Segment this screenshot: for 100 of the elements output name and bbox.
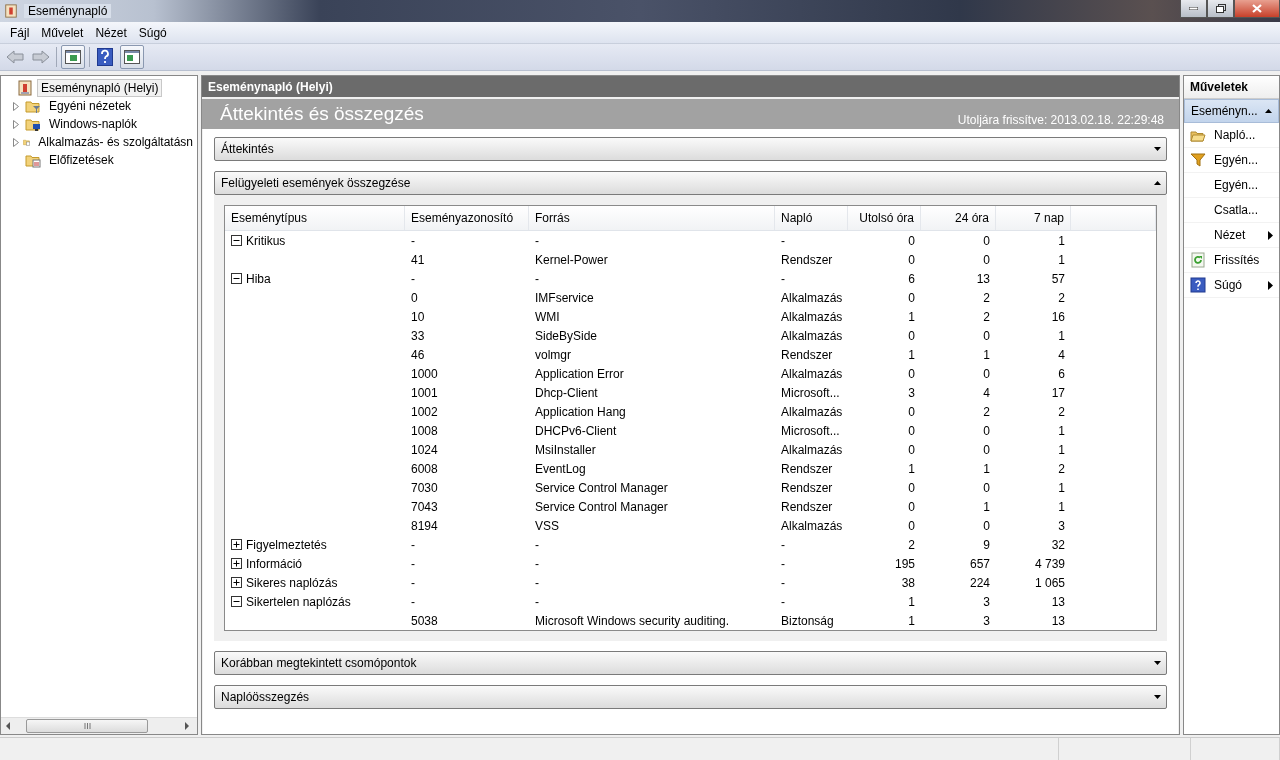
tree-item[interactable]: Eseménynapló (Helyi)	[37, 79, 163, 97]
expand-icon[interactable]	[231, 539, 242, 550]
action-row[interactable]: Napló...	[1184, 123, 1279, 148]
table-cell: -	[535, 556, 539, 571]
action-group-header[interactable]: Eseményn...	[1184, 99, 1279, 123]
section-header[interactable]: Naplóösszegzés	[214, 685, 1167, 709]
menu-item[interactable]: Fájl	[4, 25, 36, 40]
console-tree-icon[interactable]	[61, 45, 85, 69]
table-cell: -	[535, 271, 539, 286]
table-cell: DHCPv6-Client	[535, 423, 617, 438]
table-cell: 0	[411, 290, 418, 305]
expand-arrow-icon[interactable]	[13, 137, 19, 147]
collapse-icon[interactable]	[231, 596, 242, 607]
table-cell: -	[535, 575, 539, 590]
minimize-button[interactable]	[1180, 0, 1207, 18]
action-item[interactable]: Nézet	[1214, 228, 1246, 242]
table-cell: 1	[983, 499, 990, 514]
table-cell: SideBySide	[535, 328, 598, 343]
expand-icon[interactable]	[231, 577, 242, 588]
action-item[interactable]: Súgó	[1214, 278, 1243, 292]
scrollbar-thumb[interactable]	[26, 719, 148, 733]
menu-item[interactable]: Nézet	[89, 25, 133, 40]
table-cell: 17	[1051, 385, 1065, 400]
tree-item[interactable]: Alkalmazás- és szolgáltatásn	[34, 133, 197, 151]
collapse-icon[interactable]	[231, 273, 242, 284]
column-header[interactable]: 7 nap	[996, 206, 1071, 230]
action-item[interactable]: Frissítés	[1214, 253, 1260, 267]
table-cell: 0	[908, 404, 915, 419]
table-cell: 33	[411, 328, 425, 343]
table-cell: -	[535, 233, 539, 248]
table-cell: Rendszer	[781, 480, 833, 495]
table-cell: 7043	[411, 499, 438, 514]
table-cell: 3	[908, 385, 915, 400]
table-cell: 1	[908, 461, 915, 476]
collapse-icon[interactable]	[231, 235, 242, 246]
restore-button[interactable]	[1207, 0, 1234, 18]
action-item[interactable]: Csatla...	[1214, 203, 1258, 217]
table-cell: Kernel-Power	[535, 252, 608, 267]
action-row[interactable]: Egyén...	[1184, 173, 1279, 198]
table-cell: Rendszer	[781, 252, 833, 267]
table-cell: IMFservice	[535, 290, 594, 305]
collapse-caret-icon	[1154, 181, 1161, 185]
tree-item[interactable]: Windows-naplók	[45, 115, 142, 133]
action-row[interactable]: Frissítés	[1184, 248, 1279, 273]
column-header[interactable]: Eseménytípus	[225, 206, 405, 230]
table-cell: 0	[983, 518, 990, 533]
tree-item[interactable]: Egyéni nézetek	[45, 97, 136, 115]
scroll-left-icon[interactable]	[4, 722, 12, 730]
expand-arrow-icon[interactable]	[13, 101, 19, 111]
calendar-folder-icon	[25, 152, 41, 168]
expand-icon[interactable]	[231, 558, 242, 569]
table-cell: -	[781, 537, 785, 552]
action-item[interactable]: Napló...	[1214, 128, 1256, 142]
table-cell: 0	[983, 366, 990, 381]
section-header[interactable]: Korábban megtekintett csomópontok	[214, 651, 1167, 675]
table-cell: MsiInstaller	[535, 442, 596, 457]
table-cell: 1 065	[1034, 575, 1065, 590]
expand-arrow-icon[interactable]	[13, 119, 19, 129]
column-header[interactable]: Utolsó óra	[848, 206, 921, 230]
column-header[interactable]: Napló	[775, 206, 848, 230]
last-updated-text: Utoljára frissítve: 2013.02.18. 22:29:48	[957, 113, 1164, 129]
section-header[interactable]: Felügyeleti események összegzése	[214, 171, 1167, 195]
close-button[interactable]	[1234, 0, 1280, 18]
action-pane-icon[interactable]	[120, 45, 144, 69]
table-cell: Alkalmazás	[781, 442, 843, 457]
action-item[interactable]: Egyén...	[1214, 178, 1259, 192]
column-header[interactable]: Forrás	[529, 206, 775, 230]
action-item[interactable]: Egyén...	[1214, 153, 1259, 167]
menu-item[interactable]: Súgó	[132, 25, 173, 40]
table-cell: Alkalmazás	[781, 404, 843, 419]
table-cell: 0	[983, 252, 990, 267]
log-book-icon	[17, 80, 33, 96]
column-header[interactable]: 24 óra	[921, 206, 996, 230]
tree-item[interactable]: Előfizetések	[45, 151, 118, 169]
table-cell: 2	[983, 309, 990, 324]
table-cell: 2	[983, 290, 990, 305]
table-cell: 1	[983, 461, 990, 476]
table-cell: 13	[1051, 613, 1065, 628]
table-cell: Microsoft...	[781, 423, 840, 438]
expand-caret-icon	[1154, 147, 1161, 151]
table-cell: 1000	[411, 366, 438, 381]
table-cell: -	[411, 537, 415, 552]
table-cell: VSS	[535, 518, 559, 533]
table-cell: Figyelmeztetés	[246, 537, 327, 552]
section-title: Felügyeleti események összegzése	[221, 176, 411, 190]
action-row[interactable]: Egyén...	[1184, 148, 1279, 173]
table-cell: Service Control Manager	[535, 480, 668, 495]
table-cell: Dhcp-Client	[535, 385, 598, 400]
section-title: Áttekintés	[221, 142, 274, 156]
table-cell: 1	[908, 613, 915, 628]
table-cell: EventLog	[535, 461, 586, 476]
menu-item[interactable]: Művelet	[35, 25, 90, 40]
help-icon[interactable]	[94, 46, 116, 68]
table-cell: 657	[969, 556, 990, 571]
table-cell: 2	[908, 537, 915, 552]
action-row[interactable]: Csatla...	[1184, 198, 1279, 223]
scroll-right-icon[interactable]	[183, 722, 191, 730]
section-header[interactable]: Áttekintés	[214, 137, 1167, 161]
column-header[interactable]: Eseményazonosító	[405, 206, 529, 230]
table-cell: 224	[969, 575, 990, 590]
